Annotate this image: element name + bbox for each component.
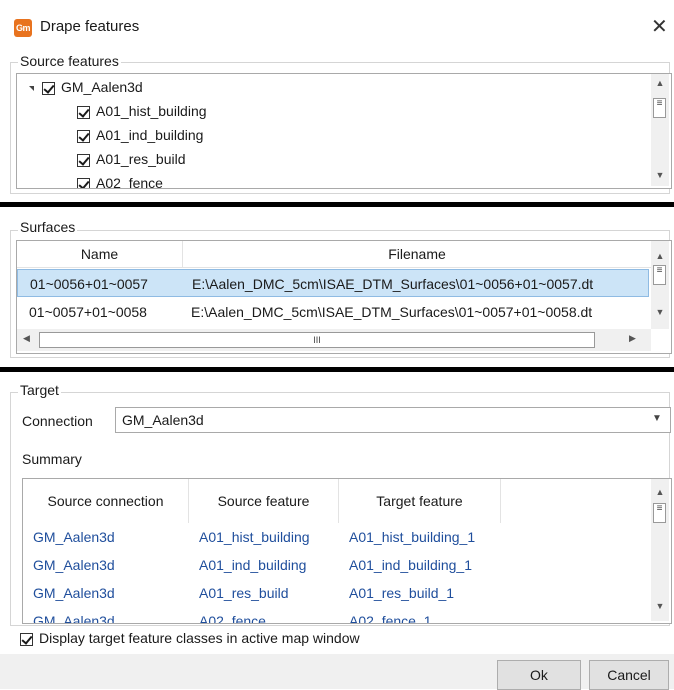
source-features-label: Source features xyxy=(18,53,121,69)
surface-filename: E:\Aalen_DMC_5cm\ISAE_DTM_Surfaces\01~00… xyxy=(191,304,593,320)
connection-dropdown[interactable]: GM_Aalen3d ▼ xyxy=(115,407,671,433)
horizontal-scroll-thumb[interactable]: III xyxy=(39,332,595,348)
source-feature-cell: A01_res_build xyxy=(199,585,289,601)
scroll-down-icon[interactable]: ▼ xyxy=(651,168,669,182)
tree-root-label: GM_Aalen3d xyxy=(61,79,143,95)
surface-row[interactable]: 01~0056+01~0057 E:\Aalen_DMC_5cm\ISAE_DT… xyxy=(17,269,649,297)
item-checkbox[interactable] xyxy=(77,153,90,167)
item-checkbox[interactable] xyxy=(77,105,90,119)
chevron-down-icon[interactable]: ▼ xyxy=(652,413,662,424)
tree-item-label: A01_hist_building xyxy=(96,103,207,119)
column-header-source-feature[interactable]: Source feature xyxy=(189,479,339,523)
tree-item-label: A02_fence xyxy=(96,175,163,189)
tree-item-label: A01_ind_building xyxy=(96,127,204,143)
tree-item[interactable]: A01_hist_building xyxy=(77,99,207,123)
surfaces-horizontal-scrollbar[interactable]: ◀ III ▶ xyxy=(17,329,651,351)
summary-vertical-scrollbar[interactable]: ▲ ≡ ▼ xyxy=(651,479,669,621)
summary-row[interactable]: GM_Aalen3d A01_hist_building A01_hist_bu… xyxy=(23,523,651,551)
scroll-down-icon[interactable]: ▼ xyxy=(651,599,669,613)
scroll-up-icon[interactable]: ▲ xyxy=(651,249,669,263)
target-feature-cell: A02_fence_1 xyxy=(349,613,432,624)
summary-row[interactable]: GM_Aalen3d A02_fence A02_fence_1 xyxy=(23,607,651,624)
scroll-up-icon[interactable]: ▲ xyxy=(651,76,669,90)
tree-item[interactable]: A02_fence xyxy=(77,171,163,189)
source-vertical-scrollbar[interactable]: ▲ ≡ ▼ xyxy=(651,74,669,186)
tree-item[interactable]: A01_ind_building xyxy=(77,123,203,147)
scroll-thumb[interactable]: ≡ xyxy=(653,503,666,523)
item-checkbox[interactable] xyxy=(77,129,90,143)
source-feature-cell: A02_fence xyxy=(199,613,266,624)
tree-item-label: A01_res_build xyxy=(96,151,186,167)
ok-button[interactable]: Ok xyxy=(497,660,581,690)
tree-item[interactable]: A01_res_build xyxy=(77,147,186,171)
scroll-left-icon[interactable]: ◀ xyxy=(23,333,30,344)
app-logo-icon: Gm xyxy=(14,19,32,37)
surface-name: 01~0057+01~0058 xyxy=(29,304,147,320)
target-feature-cell: A01_ind_building_1 xyxy=(349,557,472,573)
target-label: Target xyxy=(18,382,61,398)
surface-name: 01~0056+01~0057 xyxy=(30,276,148,292)
target-feature-cell: A01_res_build_1 xyxy=(349,585,455,601)
column-header-source-connection[interactable]: Source connection xyxy=(23,479,189,523)
surfaces-grid[interactable]: Name Filename 01~0056+01~0057 E:\Aalen_D… xyxy=(16,240,672,354)
summary-row[interactable]: GM_Aalen3d A01_res_build A01_res_build_1 xyxy=(23,579,651,607)
scroll-thumb[interactable]: ≡ xyxy=(653,265,666,285)
display-target-label: Display target feature classes in active… xyxy=(39,630,360,646)
surfaces-label: Surfaces xyxy=(18,219,78,235)
splitter-1[interactable] xyxy=(0,202,674,207)
column-header-name[interactable]: Name xyxy=(17,241,183,267)
window-title: Drape features xyxy=(40,18,140,35)
summary-label: Summary xyxy=(22,451,82,467)
surface-row[interactable]: 01~0057+01~0058 E:\Aalen_DMC_5cm\ISAE_DT… xyxy=(17,298,649,326)
item-checkbox[interactable] xyxy=(77,177,90,188)
tree-root-node[interactable]: GM_Aalen3d xyxy=(29,75,143,99)
column-header-target-feature[interactable]: Target feature xyxy=(339,479,501,523)
title-bar: Gm Drape features ✕ xyxy=(0,0,674,52)
column-header-filename[interactable]: Filename xyxy=(183,241,651,267)
summary-row[interactable]: GM_Aalen3d A01_ind_building A01_ind_buil… xyxy=(23,551,651,579)
root-checkbox[interactable] xyxy=(42,81,55,95)
scroll-up-icon[interactable]: ▲ xyxy=(651,485,669,499)
source-connection-cell: GM_Aalen3d xyxy=(33,529,115,545)
summary-header: Source connection Source feature Target … xyxy=(23,479,651,523)
source-features-tree[interactable]: GM_Aalen3d A01_hist_building A01_ind_bui… xyxy=(16,73,672,189)
display-target-checkbox[interactable] xyxy=(20,632,33,646)
splitter-2[interactable] xyxy=(0,367,674,372)
summary-grid[interactable]: Source connection Source feature Target … xyxy=(22,478,672,624)
connection-label: Connection xyxy=(22,413,93,429)
source-connection-cell: GM_Aalen3d xyxy=(33,585,115,601)
surfaces-vertical-scrollbar[interactable]: ▲ ≡ ▼ xyxy=(651,241,669,329)
source-connection-cell: GM_Aalen3d xyxy=(33,557,115,573)
surfaces-header: Name Filename xyxy=(17,241,651,268)
scroll-down-icon[interactable]: ▼ xyxy=(651,305,669,319)
scroll-thumb[interactable]: ≡ xyxy=(653,98,666,118)
source-connection-cell: GM_Aalen3d xyxy=(33,613,115,624)
connection-value: GM_Aalen3d xyxy=(122,412,204,428)
scroll-right-icon[interactable]: ▶ xyxy=(629,333,636,344)
display-option[interactable]: Display target feature classes in active… xyxy=(20,628,360,648)
surface-filename: E:\Aalen_DMC_5cm\ISAE_DTM_Surfaces\01~00… xyxy=(192,276,594,292)
close-icon[interactable]: ✕ xyxy=(651,14,668,39)
cancel-button[interactable]: Cancel xyxy=(589,660,669,690)
collapse-arrow-icon[interactable] xyxy=(29,85,34,91)
target-feature-cell: A01_hist_building_1 xyxy=(349,529,476,545)
source-feature-cell: A01_ind_building xyxy=(199,557,307,573)
source-feature-cell: A01_hist_building xyxy=(199,529,310,545)
